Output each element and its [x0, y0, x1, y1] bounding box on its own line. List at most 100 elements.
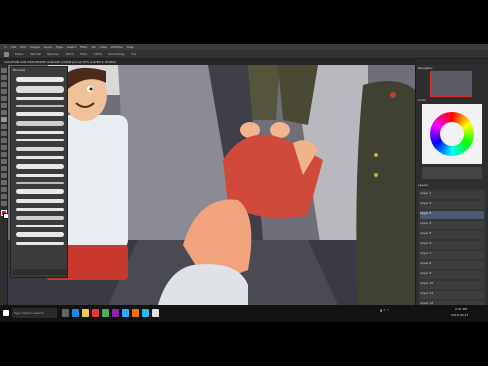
brush-preset[interactable]	[16, 208, 64, 211]
chrome-icon[interactable]	[92, 309, 99, 317]
shape-tool-icon[interactable]	[1, 187, 7, 192]
brush-preset[interactable]	[16, 97, 64, 100]
eyedropper-tool-icon[interactable]	[1, 103, 7, 108]
menu-select[interactable]: Select	[67, 45, 76, 49]
brush-preset[interactable]	[16, 225, 64, 227]
layer-row[interactable]: Layer 8	[420, 261, 484, 269]
brushes-panel-title: Brushes	[13, 68, 26, 72]
flow-field[interactable]: 100%	[94, 52, 103, 56]
hand-tool-icon[interactable]	[1, 194, 7, 199]
menu-type[interactable]: Type	[56, 45, 63, 49]
color-wheel-area[interactable]	[422, 104, 482, 164]
start-button-icon[interactable]	[3, 310, 9, 316]
file-explorer-icon[interactable]	[82, 309, 89, 317]
brush-preset[interactable]	[16, 242, 64, 245]
pen-tool-icon[interactable]	[1, 166, 7, 171]
system-tray-icons[interactable]: ▲ ⚡ ☃	[380, 308, 389, 312]
navigator-thumbnail[interactable]	[430, 71, 472, 97]
opacity-field[interactable]: 100%	[65, 52, 74, 56]
marquee-tool-icon[interactable]	[1, 75, 7, 80]
path-selection-tool-icon[interactable]	[1, 180, 7, 185]
brush-preset[interactable]	[16, 121, 64, 126]
layer-row[interactable]: Layer 2	[420, 201, 484, 209]
menu-edit[interactable]: Edit	[20, 45, 26, 49]
layer-name: Layer 4	[420, 221, 432, 225]
search-placeholder: Type here to search	[14, 311, 44, 315]
brush-preset[interactable]	[16, 112, 64, 116]
brush-preset[interactable]	[16, 189, 64, 194]
brush-preset[interactable]	[16, 147, 64, 151]
document-canvas[interactable]	[8, 65, 415, 305]
layer-row[interactable]: Layer 4	[420, 221, 484, 229]
layer-name: Layer 1	[420, 191, 432, 195]
photoshop-taskbar-icon[interactable]	[122, 309, 129, 317]
layer-row[interactable]: Layer 5	[420, 231, 484, 239]
eraser-tool-icon[interactable]	[1, 138, 7, 143]
brush-preset[interactable]	[16, 216, 64, 220]
brush-preset[interactable]	[16, 156, 64, 159]
mode-label: Mode:	[15, 52, 25, 56]
menu-3d[interactable]: 3D	[92, 45, 96, 49]
history-brush-tool-icon[interactable]	[1, 131, 7, 136]
dodge-tool-icon[interactable]	[1, 159, 7, 164]
brush-preset[interactable]	[16, 86, 64, 93]
app-icon[interactable]	[142, 309, 149, 317]
mode-select[interactable]: Normal	[30, 52, 41, 56]
brush-preset[interactable]	[16, 232, 64, 237]
menu-view[interactable]: View	[100, 45, 107, 49]
menu-filter[interactable]: Filter	[80, 45, 87, 49]
lasso-tool-icon[interactable]	[1, 82, 7, 87]
type-tool-icon[interactable]	[1, 173, 7, 178]
magic-wand-tool-icon[interactable]	[1, 89, 7, 94]
task-view-icon[interactable]	[62, 309, 69, 317]
app-icon[interactable]	[132, 309, 139, 317]
ps-logo: Ps	[4, 45, 8, 49]
layer-row[interactable]: Layer 11	[420, 291, 484, 299]
move-tool-icon[interactable]	[1, 68, 7, 73]
clock-time[interactable]: 2:51 PM	[455, 307, 467, 311]
crop-tool-icon[interactable]	[1, 96, 7, 101]
brush-preset[interactable]	[16, 182, 64, 184]
layer-row[interactable]: Layer 6	[420, 241, 484, 249]
app-icon[interactable]	[102, 309, 109, 317]
menu-layer[interactable]: Layer	[44, 45, 52, 49]
layer-row-selected[interactable]: Layer 3	[420, 211, 484, 219]
search-input[interactable]: Type here to search	[12, 308, 57, 318]
clock-date[interactable]: 2018-09-27	[451, 313, 468, 317]
layer-row[interactable]: Layer 9	[420, 271, 484, 279]
brush-preset[interactable]	[16, 139, 64, 141]
zoom-tool-icon[interactable]	[1, 201, 7, 206]
brush-preset[interactable]	[16, 174, 64, 177]
edge-browser-icon[interactable]	[72, 309, 79, 317]
app-icon[interactable]	[112, 309, 119, 317]
brush-preset[interactable]	[16, 164, 64, 169]
photoshop-window: Ps File Edit Image Layer Type Select Fil…	[0, 44, 488, 322]
navigator-panel-title: Navigator	[418, 66, 433, 70]
color-swatches[interactable]	[422, 167, 482, 179]
smoothing-field[interactable]: 0%	[131, 52, 136, 56]
brush-preset[interactable]	[16, 199, 64, 203]
menu-help[interactable]: Help	[127, 45, 134, 49]
layer-row[interactable]: Layer 1	[420, 191, 484, 199]
brush-preset[interactable]	[16, 105, 64, 107]
document-tab[interactable]: LOCATION CAR DEALERSHIP GARAGE (CAR)B.ps…	[4, 60, 116, 64]
clone-stamp-tool-icon[interactable]	[1, 124, 7, 129]
brush-preset[interactable]	[16, 77, 64, 82]
layer-row[interactable]: Layer 10	[420, 281, 484, 289]
menu-image[interactable]: Image	[30, 45, 39, 49]
brush-preset[interactable]	[16, 131, 64, 134]
gradient-tool-icon[interactable]	[1, 145, 7, 150]
menu-window[interactable]: Window	[111, 45, 123, 49]
brush-tool-icon[interactable]	[4, 51, 9, 57]
menu-file[interactable]: File	[11, 45, 16, 49]
tools-panel	[0, 65, 9, 305]
app-icon[interactable]	[152, 309, 159, 317]
color-wheel-center	[440, 122, 464, 146]
brush-tool-icon[interactable]	[1, 117, 7, 122]
layer-name: Layer 10	[420, 281, 434, 285]
layer-name: Layer 6	[420, 241, 432, 245]
layer-row[interactable]: Layer 7	[420, 251, 484, 259]
healing-tool-icon[interactable]	[1, 110, 7, 115]
windows-taskbar: Type here to search ▲ ⚡ ☃ 2:51 PM 2018-0…	[0, 305, 488, 322]
blur-tool-icon[interactable]	[1, 152, 7, 157]
